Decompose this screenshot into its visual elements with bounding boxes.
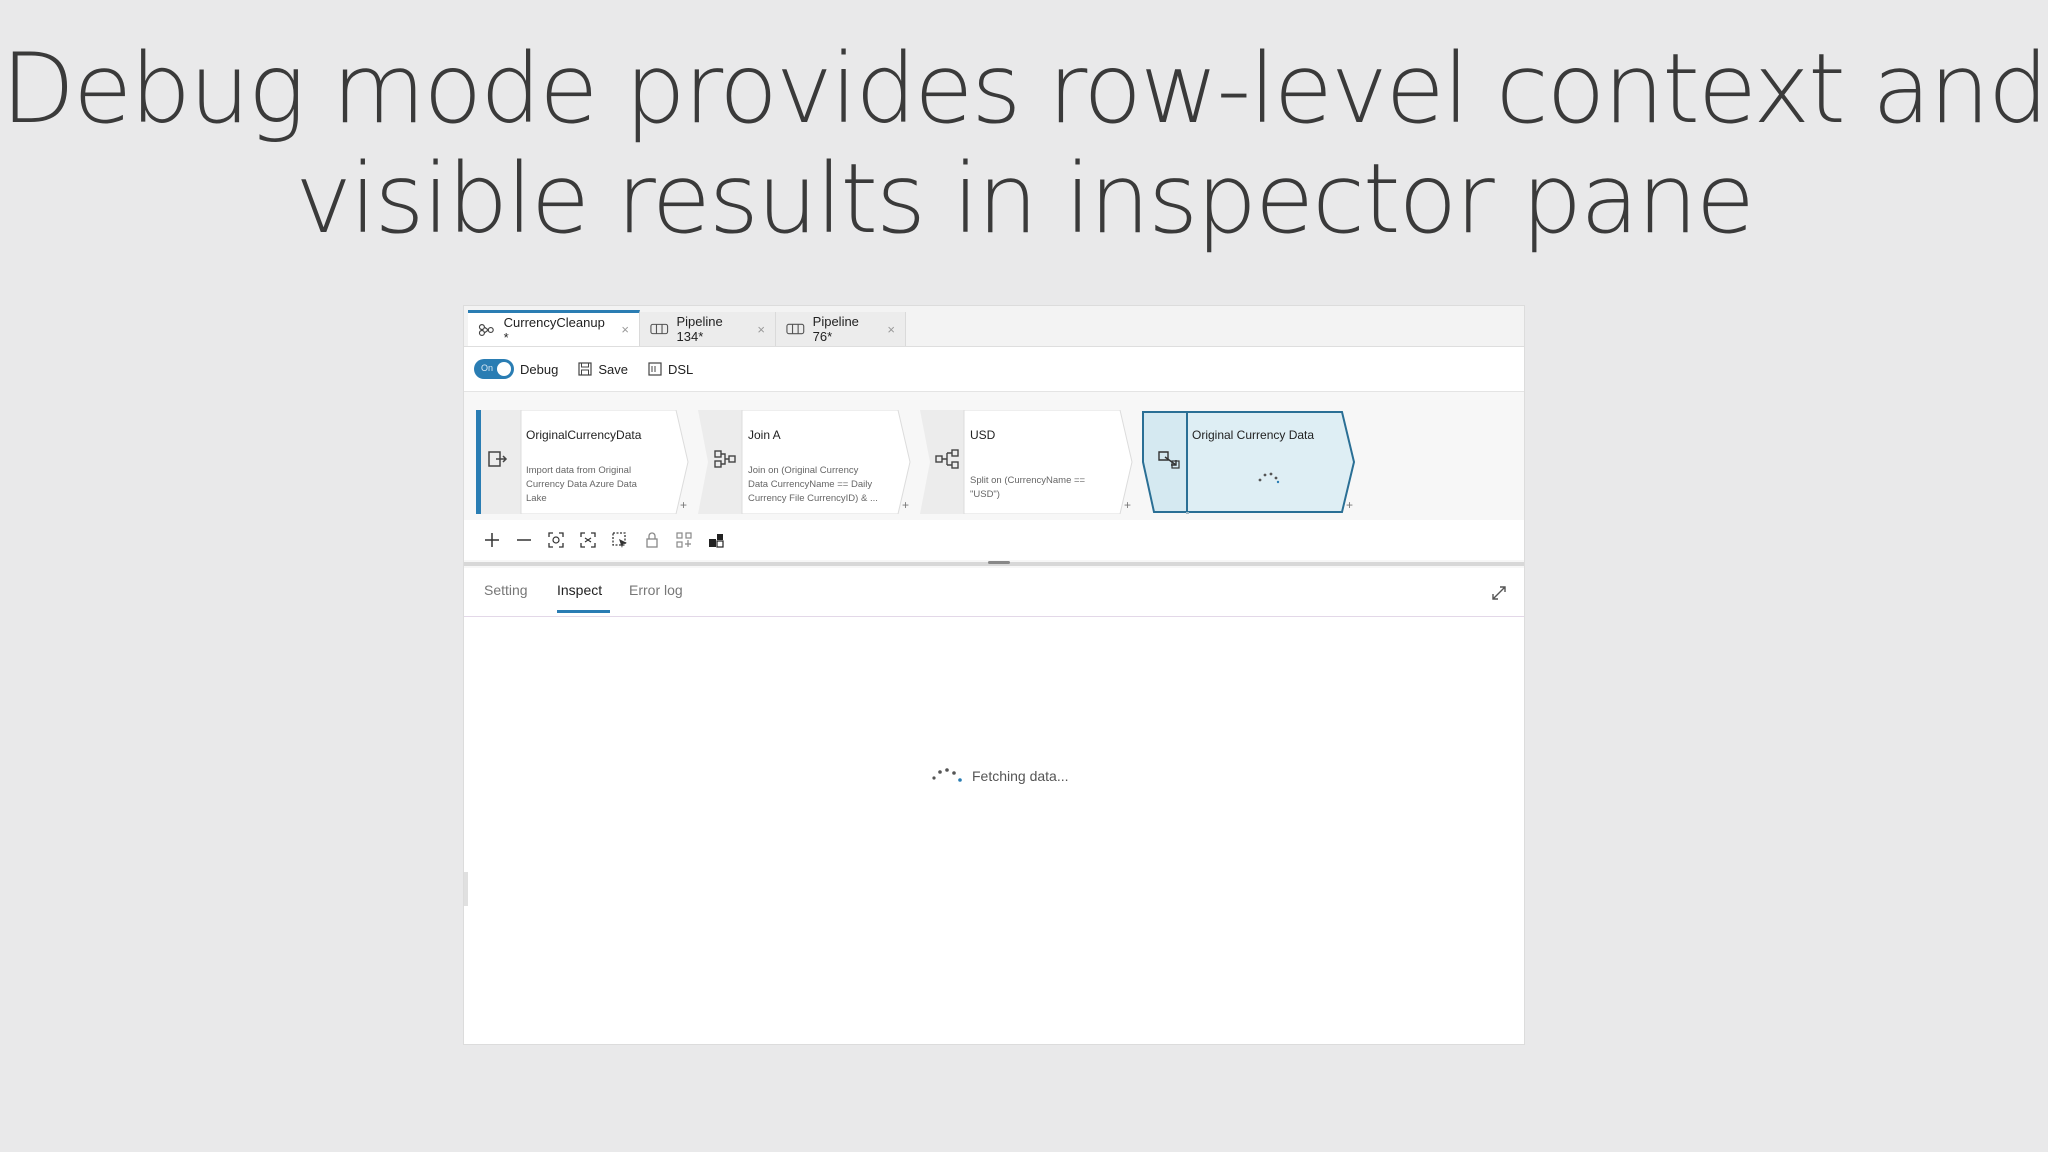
canvas-toolbar bbox=[464, 520, 1524, 560]
node-title: Original Currency Data bbox=[1192, 428, 1315, 442]
node-usd-split[interactable]: USD Split on (CurrencyName == "USD") + bbox=[920, 410, 1140, 514]
toggle-knob bbox=[497, 362, 511, 376]
slide-title-line-1: Debug mode provides row-level context an… bbox=[1, 33, 2048, 145]
code-icon bbox=[648, 362, 662, 376]
pane-splitter[interactable] bbox=[464, 561, 1524, 566]
save-icon bbox=[578, 362, 592, 376]
loading-text: Fetching data... bbox=[972, 768, 1069, 784]
editor-tab-bar: CurrencyCleanup * × Pipeline 134* × Pipe… bbox=[464, 306, 1524, 347]
node-original-currency-data-source[interactable]: OriginalCurrencyData Import data from Or… bbox=[476, 410, 696, 514]
close-icon[interactable]: × bbox=[887, 322, 895, 337]
minimap-icon[interactable] bbox=[700, 524, 732, 556]
split-icon bbox=[935, 449, 959, 469]
inspector-panel-tabs: Setting Inspect Error log bbox=[464, 568, 1524, 617]
slide-title-line-2: visible results in inspector pane bbox=[295, 143, 1755, 255]
tab-pipeline-76[interactable]: Pipeline 76* × bbox=[776, 312, 906, 346]
node-title: OriginalCurrencyData bbox=[526, 428, 642, 442]
node-join-a[interactable]: Join A Join on (Original Currency Data C… bbox=[698, 410, 918, 514]
close-icon[interactable]: × bbox=[621, 322, 629, 337]
editor-toolbar: On Debug Save DSL bbox=[464, 347, 1524, 392]
lock-icon[interactable] bbox=[636, 524, 668, 556]
node-title: Join A bbox=[748, 428, 781, 442]
debug-label: Debug bbox=[520, 361, 559, 377]
zoom-fit-icon[interactable] bbox=[540, 524, 572, 556]
save-button[interactable]: Save bbox=[578, 362, 628, 377]
dataflow-icon bbox=[478, 323, 494, 336]
add-transform-button[interactable]: + bbox=[1346, 498, 1353, 512]
tab-label: Pipeline 134* bbox=[676, 314, 723, 344]
close-icon[interactable]: × bbox=[757, 322, 765, 337]
zoom-reset-icon[interactable] bbox=[572, 524, 604, 556]
loading-indicator: Fetching data... bbox=[930, 766, 1069, 786]
data-flow-editor-window: CurrencyCleanup * × Pipeline 134* × Pipe… bbox=[464, 306, 1524, 1044]
pipeline-icon bbox=[786, 323, 805, 335]
loading-spinner-icon bbox=[932, 768, 962, 782]
zoom-in-icon[interactable] bbox=[476, 524, 508, 556]
add-transform-button[interactable]: + bbox=[902, 498, 909, 512]
node-description: Join on (Original Currency Data Currency… bbox=[748, 465, 878, 504]
slide-title: Debug mode provides row-level context an… bbox=[0, 34, 2048, 254]
join-icon bbox=[714, 450, 736, 468]
splitter-grip[interactable] bbox=[988, 561, 1010, 564]
debug-toggle[interactable]: On bbox=[474, 359, 514, 379]
loading-spinner-icon bbox=[1258, 472, 1280, 484]
panel-resize-handle[interactable] bbox=[464, 872, 468, 906]
tab-error-log[interactable]: Error log bbox=[629, 582, 683, 598]
node-description: Split on (CurrencyName == "USD") bbox=[970, 475, 1086, 500]
tab-label: Pipeline 76* bbox=[812, 314, 859, 344]
source-icon bbox=[488, 451, 508, 467]
node-original-currency-data-sink[interactable]: Original Currency Data + bbox=[1142, 410, 1362, 514]
tab-pipeline-134[interactable]: Pipeline 134* × bbox=[640, 312, 776, 346]
pipeline-icon bbox=[650, 323, 669, 335]
expand-icon[interactable] bbox=[1490, 584, 1508, 602]
node-title: USD bbox=[970, 428, 996, 442]
debug-toggle-state: On bbox=[481, 363, 494, 373]
tab-setting[interactable]: Setting bbox=[484, 582, 528, 598]
dsl-button[interactable]: DSL bbox=[648, 362, 693, 377]
save-label: Save bbox=[598, 361, 628, 377]
zoom-out-icon[interactable] bbox=[508, 524, 540, 556]
sink-icon bbox=[1158, 451, 1180, 469]
tab-inspect[interactable]: Inspect bbox=[557, 582, 611, 613]
auto-align-icon[interactable] bbox=[668, 524, 700, 556]
dsl-label: DSL bbox=[667, 361, 694, 377]
add-transform-button[interactable]: + bbox=[680, 498, 687, 512]
select-icon[interactable] bbox=[604, 524, 636, 556]
node-description: Import data from Original Currency Data … bbox=[526, 465, 637, 504]
add-transform-button[interactable]: + bbox=[1124, 498, 1131, 512]
tab-currency-cleanup[interactable]: CurrencyCleanup * × bbox=[468, 310, 640, 346]
tab-label: CurrencyCleanup * bbox=[503, 314, 605, 345]
